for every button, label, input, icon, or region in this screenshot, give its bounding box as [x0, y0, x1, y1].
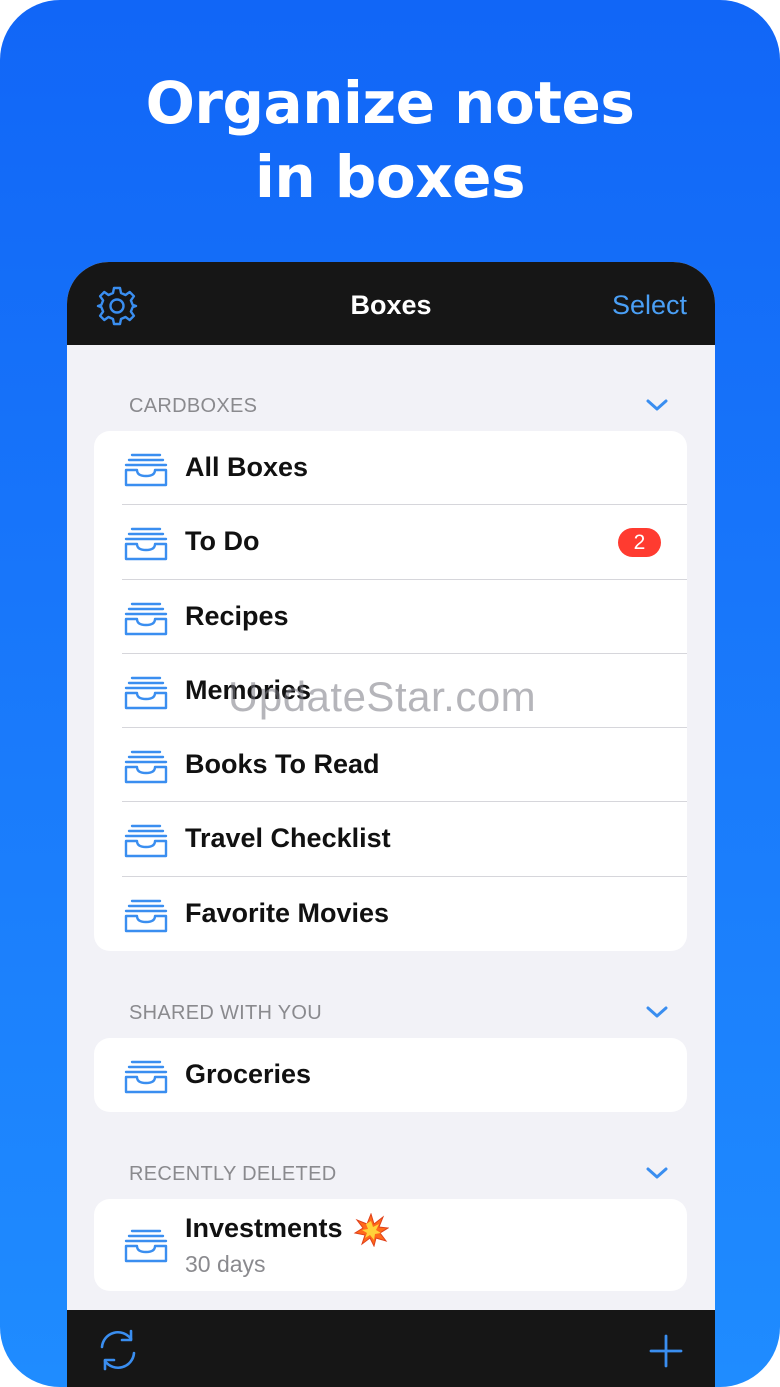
- list-item-travel-checklist[interactable]: Travel Checklist: [94, 802, 687, 877]
- sync-icon[interactable]: [95, 1328, 141, 1372]
- cardbox-icon: [124, 602, 168, 635]
- list-item-recipes[interactable]: Recipes: [94, 580, 687, 654]
- list-item-investments[interactable]: Investments 30 days: [94, 1199, 687, 1291]
- list-item-favorite-movies[interactable]: Favorite Movies: [94, 877, 687, 951]
- list-item-label: Groceries: [185, 1059, 312, 1089]
- list-item-all-boxes[interactable]: All Boxes: [94, 431, 687, 506]
- list-item-groceries[interactable]: Groceries: [94, 1038, 687, 1112]
- cardbox-icon: [124, 453, 168, 487]
- list-item-sublabel: 30 days: [185, 1251, 266, 1277]
- plus-icon[interactable]: [649, 1334, 683, 1368]
- list-item-to-do[interactable]: To Do 2: [94, 505, 687, 580]
- phone-screen: Boxes Select CARDBOXES All Boxes To Do 2…: [67, 262, 715, 1387]
- promo-background: Organize notes in boxes Boxes Select CAR…: [0, 0, 780, 1387]
- select-button[interactable]: Select: [612, 290, 687, 321]
- chevron-down-icon[interactable]: [645, 397, 669, 413]
- navigation-bar: Boxes Select: [67, 262, 715, 345]
- list-item-label: Travel Checklist: [185, 823, 391, 854]
- cardbox-icon: [124, 1229, 168, 1263]
- promo-headline: Organize notes in boxes: [0, 66, 780, 214]
- list-item-label: Books To Read: [185, 749, 380, 780]
- chevron-down-icon[interactable]: [645, 1165, 669, 1181]
- list-item-label: All Boxes: [185, 452, 309, 482]
- watermark: UpdateStar.com: [228, 673, 537, 720]
- collision-icon: [353, 1213, 389, 1247]
- cardbox-icon: [124, 1060, 168, 1094]
- headline-line-2: in boxes: [255, 143, 526, 211]
- list-item-label: Recipes: [185, 600, 289, 631]
- list-item-label: Investments: [185, 1213, 343, 1243]
- list-item-label: To Do: [185, 526, 260, 557]
- bottom-toolbar: [67, 1310, 715, 1387]
- section-header-cardboxes: CARDBOXES: [129, 395, 258, 417]
- cardbox-icon: [124, 528, 168, 561]
- cardbox-icon: [124, 899, 168, 932]
- list-item-books-to-read[interactable]: Books To Read: [94, 728, 687, 803]
- section-header-recently-deleted: RECENTLY DELETED: [129, 1163, 337, 1185]
- recently-deleted-list: Investments 30 days: [94, 1199, 687, 1291]
- count-badge: 2: [618, 528, 661, 558]
- cardbox-icon: [124, 825, 168, 858]
- cardbox-icon: [124, 676, 168, 710]
- shared-list: Groceries: [94, 1038, 687, 1112]
- list-item-label: Favorite Movies: [185, 897, 390, 928]
- section-header-shared: SHARED WITH YOU: [129, 1002, 323, 1024]
- chevron-down-icon[interactable]: [645, 1004, 669, 1020]
- headline-line-1: Organize notes: [145, 69, 635, 137]
- cardbox-icon: [124, 750, 168, 784]
